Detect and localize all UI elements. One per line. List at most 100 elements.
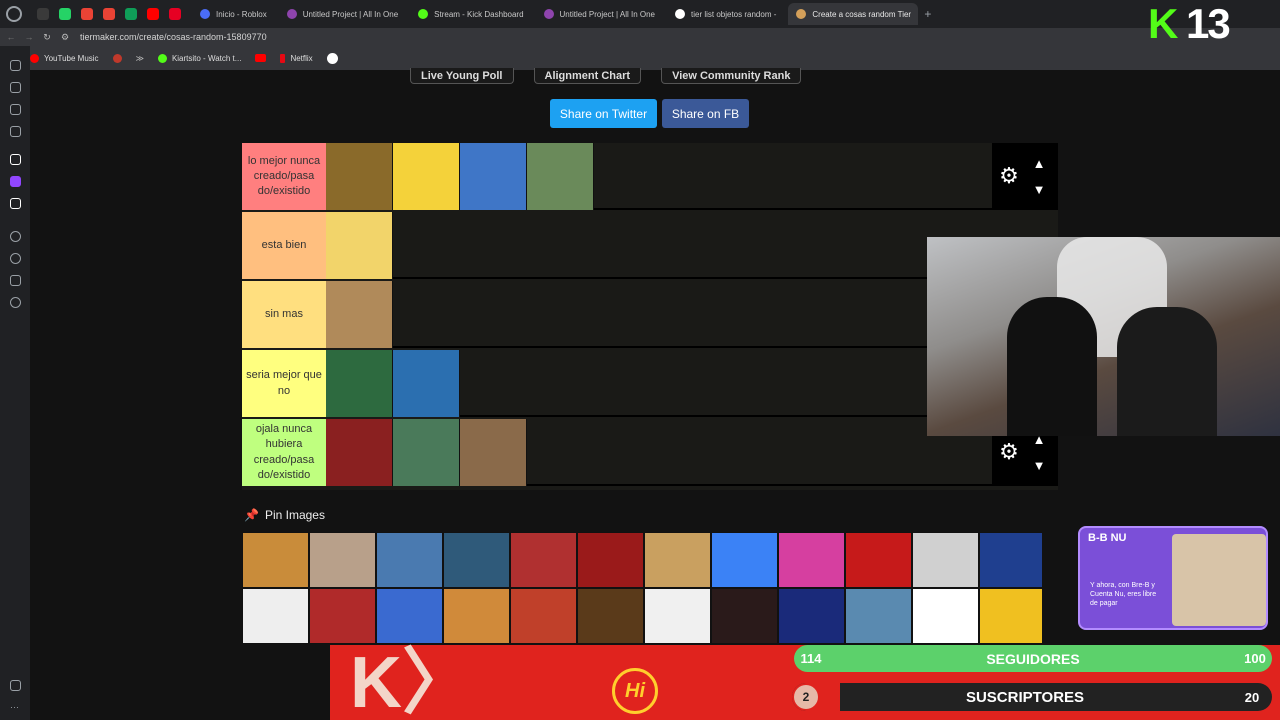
tier-image[interactable] — [393, 419, 460, 486]
followers-goal: 100 — [1244, 651, 1266, 666]
back-icon[interactable]: ← — [4, 32, 18, 42]
pool-image[interactable] — [376, 532, 443, 588]
pool-image[interactable] — [577, 588, 644, 644]
tier-image[interactable] — [326, 281, 393, 348]
tier-image[interactable] — [460, 143, 527, 210]
github-icon[interactable] — [326, 52, 338, 64]
pool-image[interactable] — [510, 588, 577, 644]
x-icon[interactable] — [10, 198, 21, 209]
tier-image[interactable] — [393, 143, 460, 210]
sidebar-bottom-icon[interactable] — [10, 680, 21, 691]
followers-current: 114 — [800, 651, 822, 666]
pool-image[interactable] — [845, 532, 912, 588]
reading-list-icon[interactable] — [10, 82, 21, 93]
pool-image[interactable] — [577, 532, 644, 588]
pool-image[interactable] — [242, 588, 309, 644]
twitch-icon[interactable] — [10, 176, 21, 187]
pin-images-heading: 📌 Pin Images — [244, 508, 325, 522]
tier-image[interactable] — [527, 143, 594, 210]
whatsapp-icon[interactable] — [59, 8, 71, 20]
browser-tab[interactable]: Untitled Project | All In One — [536, 3, 663, 25]
pool-image[interactable] — [644, 588, 711, 644]
notes-icon[interactable] — [10, 104, 21, 115]
browser-tab[interactable]: Stream - Kick Dashboard — [410, 3, 531, 25]
pool-image[interactable] — [845, 588, 912, 644]
live-poll-button[interactable]: Live Young Poll — [410, 68, 514, 84]
more-icon[interactable]: ··· — [10, 702, 21, 713]
bookmark-icon[interactable] — [112, 53, 122, 63]
tier-image[interactable] — [460, 419, 527, 486]
pool-image[interactable] — [309, 532, 376, 588]
pool-image[interactable] — [376, 588, 443, 644]
pinterest-icon[interactable] — [169, 8, 181, 20]
promo-photo — [1172, 534, 1266, 626]
top-button-row: Live Young Poll Alignment Chart View Com… — [410, 68, 802, 84]
sidebar-app-icon[interactable] — [10, 154, 21, 165]
tier-label[interactable]: esta bien — [242, 212, 326, 279]
reload-icon[interactable]: ↻ — [40, 32, 54, 43]
pool-image[interactable] — [443, 588, 510, 644]
pool-image[interactable] — [979, 588, 1042, 644]
tab-favicon-icon — [418, 9, 429, 19]
tier-image[interactable] — [393, 350, 460, 417]
alignment-chart-button[interactable]: Alignment Chart — [533, 68, 642, 84]
tier-label[interactable]: seria mejor que no — [242, 350, 326, 417]
tier-label[interactable]: lo mejor nunca creado/pasa do/existido — [242, 143, 326, 210]
pool-image[interactable] — [510, 532, 577, 588]
bookmark-netflix[interactable]: Netflix — [280, 53, 313, 63]
pool-image[interactable] — [912, 532, 979, 588]
gmail-icon-2[interactable] — [103, 8, 115, 20]
browser-tab[interactable]: Create a cosas random Tier — [788, 3, 919, 25]
pool-image[interactable] — [242, 532, 309, 588]
gear-icon[interactable]: ⚙ — [996, 163, 1022, 189]
pool-image[interactable] — [711, 588, 778, 644]
address-bar: ← → ↻ ⚙ tiermaker.com/create/cosas-rando… — [0, 28, 1280, 46]
history-icon[interactable] — [10, 60, 21, 71]
tier-images — [326, 350, 460, 417]
new-tab-icon[interactable]: + — [924, 7, 931, 21]
tier-label[interactable]: sin mas — [242, 281, 326, 348]
pool-image[interactable] — [979, 532, 1042, 588]
tier-image[interactable] — [326, 143, 393, 210]
pool-image[interactable] — [309, 588, 376, 644]
extension-icon[interactable] — [10, 275, 21, 286]
share-fb-button[interactable]: Share on FB — [662, 99, 749, 128]
gear-icon[interactable]: ⚙ — [996, 439, 1022, 465]
tab-overview-icon[interactable] — [37, 8, 49, 20]
pool-image[interactable] — [912, 588, 979, 644]
bookmark-youtube-music[interactable]: YouTube Music — [30, 53, 99, 63]
forward-icon[interactable]: → — [22, 32, 36, 42]
pool-image[interactable] — [644, 532, 711, 588]
bookmark-kiartsito[interactable]: Kiartsito - Watch t... — [157, 53, 241, 63]
browser-menu-icon[interactable] — [6, 6, 22, 22]
pool-image[interactable] — [778, 588, 845, 644]
settings-icon[interactable] — [10, 297, 21, 308]
player-icon[interactable] — [10, 231, 21, 242]
tier-images — [326, 212, 393, 279]
pool-image[interactable] — [711, 532, 778, 588]
tier-image[interactable] — [326, 212, 393, 279]
chevron-down-icon[interactable]: ▼ — [1032, 459, 1046, 473]
youtube-icon[interactable] — [147, 8, 159, 20]
sponsor-promo: B-B NU Y ahora, con Bre-B y Cuenta Nu, e… — [1078, 526, 1268, 630]
bookmark-panel-icon[interactable] — [10, 126, 21, 137]
browser-tab[interactable]: Inicio - Roblox — [192, 3, 275, 25]
pool-image[interactable] — [778, 532, 845, 588]
browser-tab[interactable]: tier list objetos random - — [667, 3, 784, 25]
pool-image[interactable] — [443, 532, 510, 588]
share-twitter-button[interactable]: Share on Twitter — [550, 99, 657, 128]
chevron-down-icon[interactable]: ▼ — [1032, 183, 1046, 197]
tier-label[interactable]: ojala nunca hubiera creado/pasa do/exist… — [242, 419, 326, 486]
browser-tab[interactable]: Untitled Project | All In One — [279, 3, 406, 25]
site-info-icon[interactable]: ⚙ — [58, 32, 72, 43]
tier-image[interactable] — [326, 350, 393, 417]
community-rank-button[interactable]: View Community Rank — [661, 68, 802, 84]
sheets-icon[interactable] — [125, 8, 137, 20]
clock-icon[interactable] — [10, 253, 21, 264]
tier-image[interactable] — [326, 419, 393, 486]
chevron-up-icon[interactable]: ▲ — [1032, 157, 1046, 171]
chevron-right-icon[interactable]: ≫ — [136, 54, 144, 63]
url-field[interactable]: tiermaker.com/create/cosas-random-158097… — [80, 32, 267, 42]
youtube-icon[interactable] — [255, 54, 267, 62]
gmail-icon[interactable] — [81, 8, 93, 20]
